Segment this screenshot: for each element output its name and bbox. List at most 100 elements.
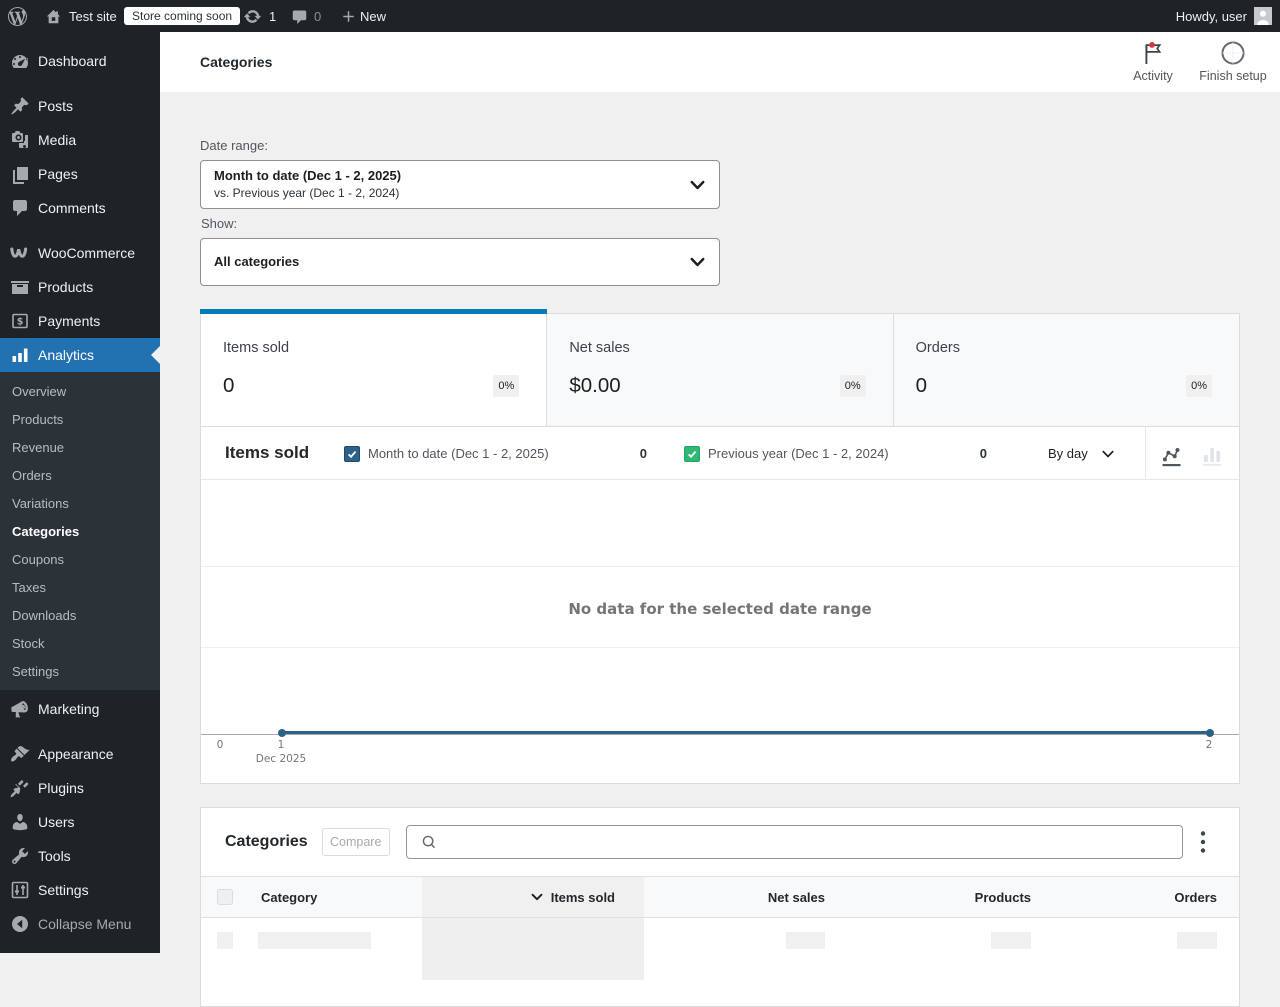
- sidebar-item-tools[interactable]: Tools: [0, 839, 160, 873]
- activity-label: Activity: [1133, 69, 1173, 83]
- sidebar-item-media[interactable]: Media: [0, 123, 160, 157]
- legend-item-previous-period[interactable]: Previous year (Dec 1 - 2, 2024) 0: [684, 427, 987, 480]
- chart-data-point: [1205, 728, 1214, 737]
- show-value: All categories: [214, 254, 300, 270]
- sidebar-item-plugins[interactable]: Plugins: [0, 771, 160, 805]
- sidebar-item-appearance[interactable]: Appearance: [0, 737, 160, 771]
- bar-chart-icon: [10, 345, 30, 365]
- x-axis-line: [201, 734, 1239, 735]
- sidebar-item-analytics[interactable]: Analytics: [0, 338, 160, 372]
- summary-tile-net-sales[interactable]: Net sales $0.00 0%: [546, 314, 893, 426]
- tile-value: 0: [915, 374, 928, 397]
- summary-tile-items-sold[interactable]: Items sold 0 0%: [199, 309, 548, 426]
- sidebar-item-pages[interactable]: Pages: [0, 157, 160, 191]
- submenu-item-coupons[interactable]: Coupons: [0, 545, 160, 573]
- chart-panel: Items sold 0 0% Net sales $0.00 0% Order…: [199, 309, 1240, 784]
- date-range-select[interactable]: Month to date (Dec 1 - 2, 2025) vs. Prev…: [200, 160, 720, 209]
- compare-button[interactable]: Compare: [321, 828, 390, 856]
- finish-setup-button[interactable]: Finish setup: [1198, 41, 1268, 83]
- submenu-label: Settings: [12, 663, 59, 679]
- search-input[interactable]: [445, 826, 1182, 858]
- summary-tile-orders[interactable]: Orders 0 0%: [892, 314, 1239, 426]
- new-menu[interactable]: New: [341, 0, 386, 32]
- column-label: Net sales: [767, 889, 825, 905]
- sidebar-item-settings[interactable]: Settings: [0, 873, 160, 907]
- column-label: Products: [974, 889, 1031, 905]
- plus-icon: [341, 9, 356, 24]
- sidebar-item-marketing[interactable]: Marketing: [0, 692, 160, 726]
- sidebar-item-label: Products: [38, 279, 94, 295]
- activity-button[interactable]: Activity: [1113, 41, 1193, 83]
- sidebar-item-label: Marketing: [38, 701, 100, 717]
- tile-label: Items sold: [223, 340, 290, 356]
- select-all-checkbox[interactable]: [201, 877, 249, 917]
- dashboard-icon: [10, 51, 30, 71]
- legend-total: 0: [639, 446, 647, 461]
- svg-text:$: $: [17, 317, 24, 328]
- legend-total: 0: [979, 446, 987, 461]
- collapse-menu-button[interactable]: Collapse Menu: [0, 907, 160, 941]
- submenu-item-revenue[interactable]: Revenue: [0, 433, 160, 461]
- show-select[interactable]: All categories: [200, 238, 720, 286]
- submenu-item-orders[interactable]: Orders: [0, 461, 160, 489]
- x-tick-label: 1: [277, 739, 285, 751]
- bar-chart-type-button[interactable]: [1203, 447, 1223, 467]
- submenu-label: Products: [12, 411, 64, 427]
- gridline: [201, 566, 1239, 567]
- comments-menu[interactable]: 0: [292, 0, 321, 32]
- sidebar-item-posts[interactable]: Posts: [0, 89, 160, 123]
- wrench-icon: [10, 846, 30, 866]
- wp-logo-menu[interactable]: [8, 0, 27, 32]
- sidebar-item-comments[interactable]: Comments: [0, 191, 160, 225]
- chart-empty-message: No data for the selected date range: [568, 600, 872, 618]
- column-header-items-sold[interactable]: Items sold: [422, 877, 644, 917]
- placeholder-bar: [991, 932, 1031, 949]
- sidebar-item-payments[interactable]: $ Payments: [0, 304, 160, 338]
- column-header-category[interactable]: Category: [249, 877, 422, 917]
- search-box[interactable]: [405, 825, 1183, 859]
- tile-value: $0.00: [569, 374, 621, 397]
- checkbox-icon: [217, 889, 233, 905]
- brush-icon: [10, 744, 30, 764]
- placeholder-bar: [786, 932, 825, 949]
- legend-item-current-period[interactable]: Month to date (Dec 1 - 2, 2025) 0: [344, 427, 647, 480]
- column-header-products[interactable]: Products: [849, 877, 1055, 917]
- tile-delta-badge: 0%: [493, 374, 520, 398]
- sidebar-item-label: WooCommerce: [38, 245, 135, 261]
- avatar: [1254, 7, 1272, 25]
- interval-select[interactable]: By day: [1048, 427, 1115, 480]
- submenu-item-products[interactable]: Products: [0, 405, 160, 433]
- store-coming-soon-badge: Store coming soon: [124, 7, 241, 25]
- sidebar-item-dashboard[interactable]: Dashboard: [0, 44, 160, 78]
- submenu-item-variations[interactable]: Variations: [0, 489, 160, 517]
- line-chart-type-button[interactable]: [1162, 447, 1182, 467]
- comment-bubble-icon: [292, 9, 307, 24]
- sidebar-item-products[interactable]: Products: [0, 270, 160, 304]
- cell-net-sales-placeholder: [644, 918, 849, 980]
- chevron-down-icon: [689, 254, 706, 271]
- sidebar-item-users[interactable]: Users: [0, 805, 160, 839]
- table-header-row: Category Items sold Net sales Products O…: [201, 876, 1239, 918]
- flag-icon: [1113, 41, 1193, 65]
- submenu-item-stock[interactable]: Stock: [0, 629, 160, 657]
- submenu-item-settings[interactable]: Settings: [0, 657, 160, 685]
- sidebar-item-woocommerce[interactable]: WooCommerce: [0, 236, 160, 270]
- submenu-item-downloads[interactable]: Downloads: [0, 601, 160, 629]
- submenu-item-taxes[interactable]: Taxes: [0, 573, 160, 601]
- updates-menu[interactable]: 1: [243, 0, 276, 32]
- submenu-item-categories[interactable]: Categories: [0, 517, 160, 545]
- submenu-label: Taxes: [12, 579, 46, 595]
- progress-circle-icon: [1198, 41, 1268, 65]
- submenu-item-overview[interactable]: Overview: [0, 377, 160, 405]
- sliders-icon: [10, 880, 30, 900]
- pin-icon: [10, 96, 30, 116]
- column-header-orders[interactable]: Orders: [1055, 877, 1239, 917]
- account-menu[interactable]: Howdy, user: [1176, 0, 1272, 32]
- kebab-menu-button[interactable]: [1191, 826, 1215, 858]
- column-header-net-sales[interactable]: Net sales: [644, 877, 849, 917]
- date-range-value: Month to date (Dec 1 - 2, 2025): [214, 168, 402, 184]
- site-name-menu[interactable]: Test site: [45, 0, 117, 32]
- cell-orders-placeholder: [1055, 918, 1239, 980]
- submenu-label: Orders: [12, 467, 52, 483]
- sidebar-item-label: Media: [38, 132, 77, 148]
